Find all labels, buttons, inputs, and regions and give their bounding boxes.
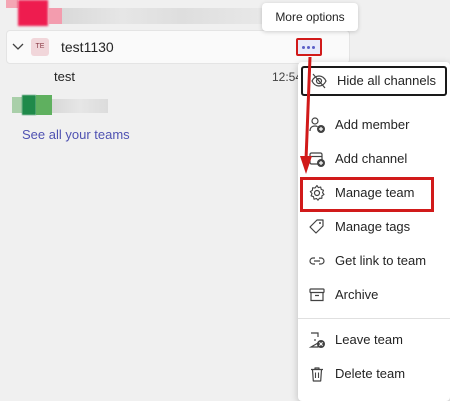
person-add-icon xyxy=(309,117,325,133)
menu-item-label: Get link to team xyxy=(335,253,427,268)
tag-icon xyxy=(309,219,324,234)
more-options-button[interactable] xyxy=(296,38,322,56)
menu-item-label: Hide all channels xyxy=(337,73,437,88)
menu-item-add-member[interactable]: Add member xyxy=(298,110,450,140)
see-all-teams-link[interactable]: See all your teams xyxy=(22,127,130,143)
menu-item-delete-team[interactable]: Delete team xyxy=(298,359,450,389)
leave-team-icon xyxy=(308,332,325,348)
menu-item-label: Delete team xyxy=(335,366,406,381)
menu-divider xyxy=(298,318,450,319)
menu-item-get-link[interactable]: Get link to team xyxy=(298,246,450,276)
more-options-tooltip: More options xyxy=(262,3,358,31)
team-avatar: TE xyxy=(31,38,49,56)
team-context-menu: Hide all channels Add member Add channel… xyxy=(298,62,450,401)
menu-item-label: Add channel xyxy=(335,151,408,166)
link-icon xyxy=(309,257,325,265)
menu-item-label: Leave team xyxy=(335,332,403,347)
manage-team-highlight xyxy=(300,177,434,212)
menu-item-archive[interactable]: Archive xyxy=(298,280,450,310)
menu-item-label: Manage tags xyxy=(335,219,411,234)
channel-timestamp: 12:54 xyxy=(272,70,298,84)
menu-item-hide-all-channels[interactable]: Hide all channels xyxy=(301,66,447,96)
blurred-team-row-2 xyxy=(12,95,108,117)
menu-item-add-channel[interactable]: Add channel xyxy=(298,144,450,174)
channel-item-label[interactable]: test xyxy=(54,69,75,85)
team-name[interactable]: test1130 xyxy=(61,38,114,56)
blurred-team-row xyxy=(0,0,262,30)
eye-off-icon xyxy=(311,73,327,89)
trash-icon xyxy=(311,367,323,382)
chevron-down-icon[interactable] xyxy=(11,40,25,54)
archive-icon xyxy=(309,288,325,302)
menu-item-label: Add member xyxy=(335,117,410,132)
menu-item-label: Archive xyxy=(335,287,379,302)
channel-add-icon xyxy=(309,152,325,167)
menu-item-manage-tags[interactable]: Manage tags xyxy=(298,212,450,242)
menu-item-leave-team[interactable]: Leave team xyxy=(298,325,450,355)
